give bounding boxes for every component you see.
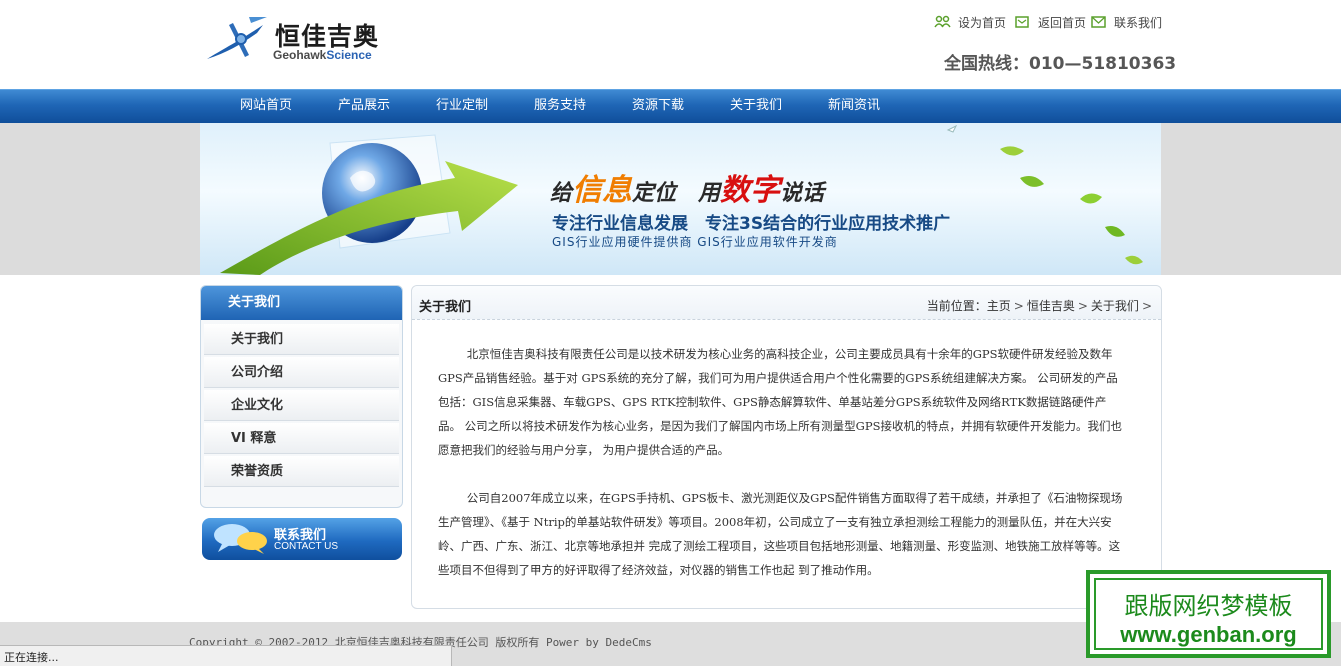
hawk-logo-icon [207,17,267,59]
set-homepage-label: 设为首页 [958,16,1007,30]
bird-icon [946,124,958,133]
nav-item-news[interactable]: 新闻资讯 [828,90,880,122]
sidebar: 关于我们 关于我们 公司介绍 企业文化 VI 释意 荣誉资质 [200,285,403,508]
contact-us-en: CONTACT US [274,541,339,552]
chat-bubble-icon [214,524,267,554]
banner-tagline: 专注行业信息发展 专注3S结合的行业应用技术推广 [552,214,951,234]
nav-item-about[interactable]: 关于我们 [730,90,782,122]
mail-icon [1091,16,1106,28]
slogan-part-e: 说话 [780,181,825,206]
contact-us-link[interactable]: 联系我们 [1090,13,1164,31]
nav-item-products[interactable]: 产品展示 [338,90,390,122]
breadcrumb-separator: > [1141,299,1152,313]
banner: 给信息定位 用数字说话 专注行业信息发展 专注3S结合的行业应用技术推广 GIS… [200,123,1161,275]
set-homepage-link[interactable]: 设为首页 [934,13,1014,31]
sidebar-item-about[interactable]: 关于我们 [204,324,399,355]
breadcrumb-item-home[interactable]: 主页 [987,299,1011,313]
breadcrumb-item-company[interactable]: 恒佳吉奥 [1027,299,1075,313]
watermark-cn: 跟版网织梦模板 [1124,592,1293,620]
sidebar-item-intro[interactable]: 公司介绍 [204,357,399,388]
nav-item-support[interactable]: 服务支持 [534,90,586,122]
nav-item-downloads[interactable]: 资源下载 [632,90,684,122]
slogan-part-b: 信息 [572,173,633,208]
leaf-icon [1020,176,1044,187]
breadcrumb-item-about[interactable]: 关于我们 [1091,299,1139,313]
breadcrumb-prefix: 当前位置： [926,299,987,313]
sidebar-item-culture[interactable]: 企业文化 [204,390,399,421]
banner-subtagline: GIS行业应用硬件提供商 GIS行业应用软件开发商 [552,235,838,249]
top-links: 设为首页 返回首页 联系我们 [930,13,1165,31]
browser-status-bar: 正在连接... [0,645,452,666]
leaf-icon [1105,226,1125,237]
home-icon [1015,16,1029,28]
leaf-icon [1080,193,1102,204]
logo-subtitle-b: Science [326,48,372,62]
main-nav: 网站首页 产品展示 行业定制 服务支持 资源下载 关于我们 新闻资讯 [0,89,1341,123]
logo-subtitle-a: Geohawk [273,48,327,62]
logo-subtitle: GeohawkScience [273,48,372,62]
contact-us-button[interactable]: 联系我们 CONTACT US [202,518,402,560]
breadcrumb-separator: > [1013,299,1024,313]
article-paragraph: 公司自2007年成立以来，在GPS手持机、GPS板卡、激光测距仪及GPS配件销售… [438,491,1123,577]
content-header: 关于我们 当前位置：主页 > 恒佳吉奥 > 关于我们 > [412,286,1161,320]
status-text: 正在连接... [4,651,59,664]
sidebar-item-vi[interactable]: VI 释意 [204,423,399,454]
slogan-part-d: 数字 [720,173,781,208]
site-header: 恒佳吉奥 GeohawkScience 设为首页 返回首页 联系我们 全国热线：… [0,0,1341,90]
watermark-frame: 跟版网织梦模板 www.genban.org [1094,578,1323,650]
sidebar-title: 关于我们 [201,286,402,320]
sidebar-item-honors[interactable]: 荣誉资质 [204,456,399,487]
slogan-part-c: 定位 用 [632,181,721,206]
people-icon [934,15,951,28]
contact-us-label: 联系我们 [1114,16,1163,30]
watermark-url: www.genban.org [1120,622,1297,647]
breadcrumb-separator: > [1077,299,1088,313]
nav-item-industry[interactable]: 行业定制 [436,90,488,122]
back-home-link[interactable]: 返回首页 [1014,13,1088,31]
article-paragraph: 北京恒佳吉奥科技有限责任公司是以技术研发为核心业务的高科技企业，公司主要成员具有… [438,347,1122,457]
watermark: 跟版网织梦模板 www.genban.org [1086,570,1331,658]
nav-item-home[interactable]: 网站首页 [240,90,292,122]
article-body: 北京恒佳吉奥科技有限责任公司是以技术研发为核心业务的高科技企业，公司主要成员具有… [438,342,1128,606]
leaf-icon [1000,146,1024,156]
page-title: 关于我们 [419,300,472,315]
banner-slogan: 给信息定位 用数字说话 [550,165,824,209]
breadcrumb: 当前位置：主页 > 恒佳吉奥 > 关于我们 > [927,297,1155,314]
hotline: 全国热线：010—51810363 [944,54,1177,74]
slogan-part-a: 给 [550,181,573,206]
leaf-icon [1125,255,1143,265]
back-home-label: 返回首页 [1038,16,1087,30]
main-content: 关于我们 当前位置：主页 > 恒佳吉奥 > 关于我们 > 北京恒佳吉奥科技有限责任公司是以… [411,285,1162,609]
logo[interactable]: 恒佳吉奥 GeohawkScience [205,15,395,65]
